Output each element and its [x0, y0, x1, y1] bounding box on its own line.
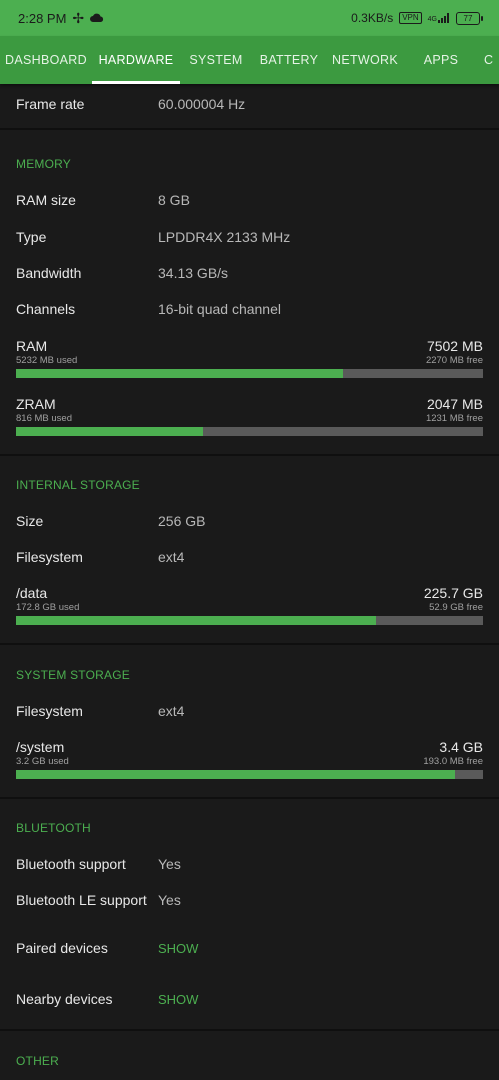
divider	[0, 1029, 499, 1031]
cloud-icon	[90, 11, 104, 26]
row-value: 34.13 GB/s	[158, 265, 229, 281]
frame-rate-value: 60.000004 Hz	[158, 96, 246, 112]
row-value: ext4	[158, 703, 185, 719]
status-time: 2:28 PM	[18, 10, 67, 26]
usage-bar	[16, 427, 483, 436]
row-value: 8 GB	[158, 192, 190, 208]
usage-used: 5232 MB used	[16, 355, 78, 366]
tab-hardware[interactable]: HARDWARE	[92, 36, 180, 84]
row-value: Yes	[158, 856, 181, 872]
usage-total: 2047 MB	[426, 396, 483, 412]
row-label: Nearby devices	[16, 991, 113, 1007]
row-label: Paired devices	[16, 940, 108, 956]
usage-bar-fill	[16, 770, 455, 779]
divider	[0, 128, 499, 130]
usage-name: /data	[16, 585, 48, 601]
usage-total: 7502 MB	[426, 338, 483, 354]
internal-storage-title: INTERNAL STORAGE	[16, 478, 140, 492]
row-label: Bandwidth	[16, 265, 82, 281]
row-value: 256 GB	[158, 513, 206, 529]
system-storage-title: SYSTEM STORAGE	[16, 668, 130, 682]
usage-bar	[16, 616, 483, 625]
row-label: Filesystem	[16, 549, 83, 565]
usage-free: 1231 MB free	[425, 413, 483, 424]
row-label: Bluetooth support	[16, 856, 126, 872]
usage-total: 3.4 GB	[439, 739, 483, 755]
show-nearby-devices-button[interactable]: SHOW	[158, 992, 198, 1007]
usage-name: ZRAM	[16, 396, 56, 412]
usage-bar-fill	[16, 427, 203, 436]
tab-network[interactable]: NETWORK	[326, 36, 404, 84]
signal-icon: 4G	[428, 13, 450, 23]
show-paired-devices-button[interactable]: SHOW	[158, 941, 198, 956]
usage-bar	[16, 770, 483, 779]
usage-name: /system	[16, 739, 65, 755]
row-value: LPDDR4X 2133 MHz	[158, 229, 291, 245]
row-value: 16-bit quad channel	[158, 301, 281, 317]
usage-used: 3.2 GB used	[16, 756, 69, 767]
tab-dashboard[interactable]: DASHBOARD	[0, 36, 92, 84]
memory-section-title: MEMORY	[16, 157, 71, 171]
divider	[0, 454, 499, 456]
divider	[0, 643, 499, 645]
vpn-icon: VPN	[399, 12, 422, 24]
row-label: Channels	[16, 301, 76, 317]
usage-free: 52.9 GB free	[429, 602, 483, 613]
tab-system[interactable]: SYSTEM	[180, 36, 252, 84]
row-value: Yes	[158, 892, 181, 908]
frame-rate-label: Frame rate	[16, 96, 85, 112]
bluetooth-section-title: BLUETOOTH	[16, 821, 91, 835]
row-label: Bluetooth LE support	[16, 892, 147, 908]
battery-icon: 77	[456, 11, 483, 25]
usage-bar-fill	[16, 369, 343, 378]
usage-used: 172.8 GB used	[16, 602, 80, 613]
usage-bar	[16, 369, 483, 378]
net-speed: 0.3KB/s	[351, 11, 394, 25]
usage-free: 193.0 MB free	[423, 756, 483, 767]
usage-total: 225.7 GB	[423, 585, 483, 601]
usage-used: 816 MB used	[16, 413, 72, 424]
row-label: RAM size	[16, 192, 76, 208]
divider	[0, 797, 499, 799]
tab-overflow[interactable]: C	[484, 36, 499, 84]
status-bar: 2:28 PM ✢ 0.3KB/s VPN 4G 77	[0, 0, 499, 36]
other-section-title: OTHER	[16, 1054, 59, 1068]
tab-battery[interactable]: BATTERY	[252, 36, 326, 84]
usage-bar-fill	[16, 616, 376, 625]
row-label: Type	[16, 229, 47, 245]
usage-free: 2270 MB free	[425, 355, 483, 366]
tab-apps[interactable]: APPS	[404, 36, 478, 84]
row-label: Size	[16, 513, 44, 529]
row-label: Filesystem	[16, 703, 83, 719]
row-value: ext4	[158, 549, 185, 565]
tab-bar: DASHBOARD HARDWARE SYSTEM BATTERY NETWOR…	[0, 36, 499, 84]
usage-name: RAM	[16, 338, 48, 354]
fan-icon: ✢	[72, 9, 85, 26]
